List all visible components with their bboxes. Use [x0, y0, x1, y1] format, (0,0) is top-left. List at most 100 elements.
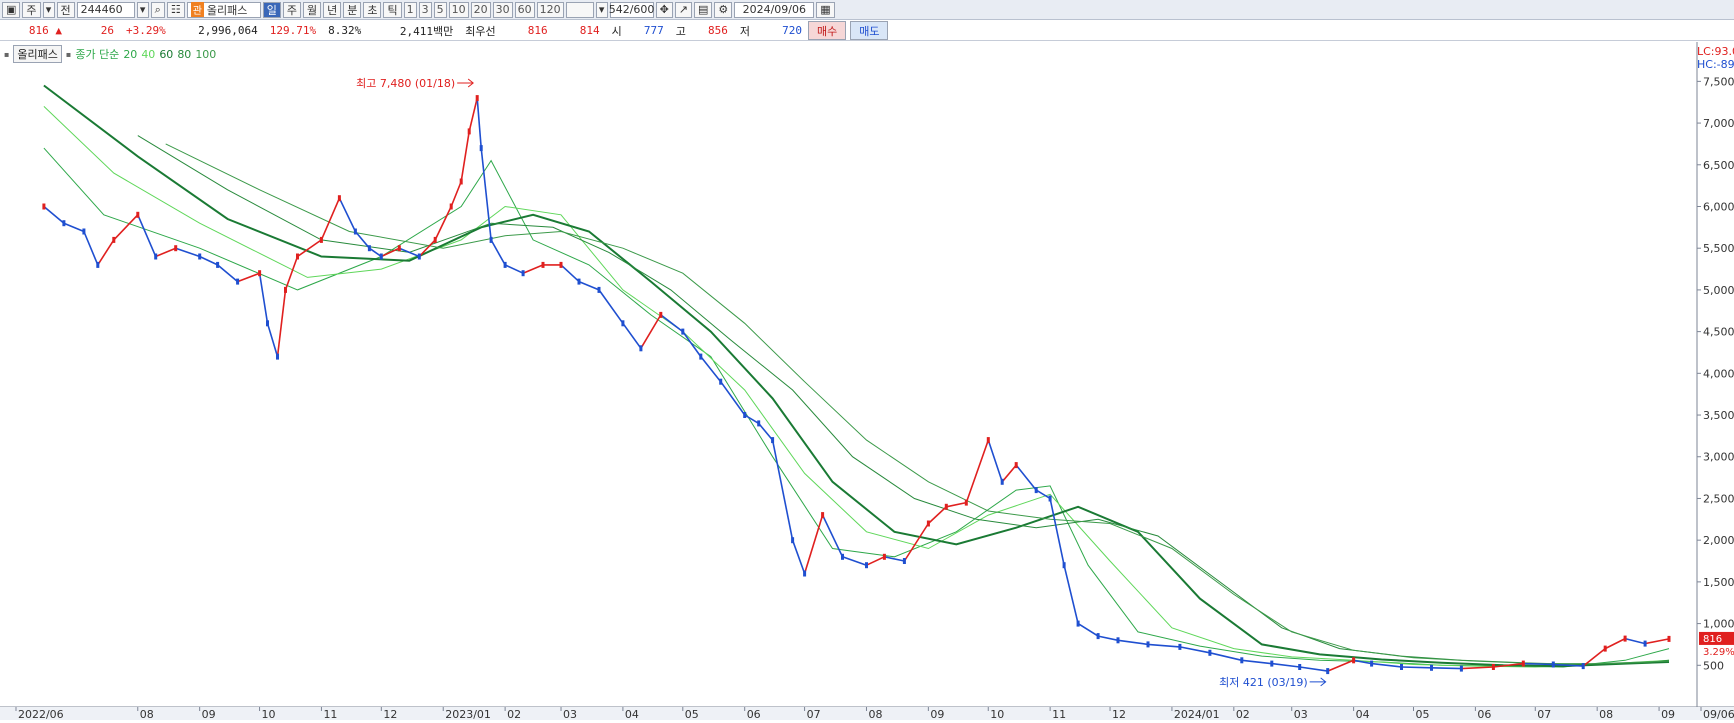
price-tick-label-2: 1,500: [1703, 576, 1734, 589]
interval-custom-input[interactable]: [565, 1, 594, 18]
low-price: 720: [782, 24, 802, 37]
price-point-63: [1116, 637, 1120, 644]
price-segment-62: [1077, 622, 1099, 637]
price-segment-31: [504, 264, 524, 274]
price-point-15: [296, 253, 299, 260]
draw-tool-icon[interactable]: ↗: [674, 1, 693, 18]
buy-button[interactable]: 매수: [807, 21, 847, 40]
price-point-52: [926, 520, 930, 527]
interval-3[interactable]: 3: [418, 1, 432, 18]
market-select[interactable]: 주: [22, 1, 41, 18]
date-tick-label-14: 09: [930, 708, 944, 720]
price-segment-76: [1461, 666, 1494, 670]
period-tab-1[interactable]: 주: [282, 1, 301, 18]
code-dropdown-icon[interactable]: ▾: [136, 1, 149, 18]
price-point-65: [1178, 643, 1182, 650]
best-quote-label: 최우선: [465, 24, 496, 38]
price-point-58: [1034, 487, 1038, 494]
stock-code-input[interactable]: 244460: [76, 1, 135, 18]
price-point-64: [1146, 641, 1150, 648]
period-tab-6[interactable]: 틱: [383, 1, 402, 18]
interval-10[interactable]: 10: [448, 1, 469, 18]
search-icon[interactable]: ⌕: [150, 1, 165, 18]
price-segment-2: [63, 222, 85, 233]
price-point-25: [459, 178, 463, 185]
price-segment-70: [1299, 666, 1328, 672]
price-segment-18: [338, 197, 357, 232]
turnover-rate: 8.32%: [328, 24, 362, 37]
price-point-30: [503, 261, 507, 268]
interval-dropdown-icon[interactable]: ▾: [595, 1, 608, 18]
period-tab-3[interactable]: 년: [323, 1, 342, 18]
window-icon[interactable]: ▣: [2, 1, 21, 18]
price-segment-59: [1035, 489, 1051, 500]
price-change: 26: [100, 24, 114, 37]
interval-1[interactable]: 1: [403, 1, 417, 18]
price-tick-label-5: 3,000: [1703, 451, 1734, 464]
date-tick-label-4: 11: [323, 708, 337, 720]
crosshair-icon[interactable]: ✥: [655, 1, 673, 18]
price-point-62: [1096, 633, 1100, 640]
date-axis-band: [0, 707, 1734, 720]
price-point-39: [681, 328, 685, 335]
date-tick-label-2: 09: [202, 708, 216, 720]
price-segment-61: [1063, 565, 1079, 624]
price-segment-78: [1523, 662, 1554, 666]
stock-name-field[interactable]: 관 올리패스: [186, 1, 261, 18]
price-point-82: [1643, 640, 1647, 647]
interval-20[interactable]: 20: [470, 1, 491, 18]
market-dropdown-icon[interactable]: ▾: [42, 1, 55, 18]
price-tick-label-13: 7,000: [1703, 117, 1734, 130]
ask-price: 816: [527, 24, 548, 37]
price-point-55: [986, 437, 990, 444]
price-point-83: [1667, 635, 1671, 642]
sell-button[interactable]: 매도: [850, 21, 889, 40]
price-tick-label-9: 5,000: [1703, 284, 1734, 297]
gear-icon[interactable]: ⚙: [714, 1, 733, 18]
price-point-51: [902, 558, 906, 564]
period-tab-2[interactable]: 월: [302, 1, 322, 18]
data-count-field[interactable]: 542/600: [609, 1, 654, 18]
period-tab-5[interactable]: 초: [363, 1, 382, 18]
date-field[interactable]: 2024/09/06: [734, 1, 815, 18]
mode-select[interactable]: 전: [56, 1, 75, 18]
period-tab-4[interactable]: 분: [343, 1, 362, 18]
price-point-5: [136, 211, 140, 218]
price-segment-48: [821, 514, 844, 558]
price-segment-13: [266, 323, 279, 357]
ma-line-60: [43, 84, 1670, 668]
price-chart-area[interactable]: 500 1,000 1,500 2,000 2,500 3,000 3,500 4,000 4,…: [0, 42, 1734, 721]
interval-60[interactable]: 60: [514, 1, 535, 18]
favorite-icon[interactable]: ☷: [166, 1, 185, 18]
price-segment-5: [113, 214, 139, 241]
price-point-67: [1240, 657, 1244, 664]
date-tick-label-10: 05: [685, 708, 699, 720]
price-point-22: [417, 253, 421, 260]
interval-30[interactable]: 30: [492, 1, 513, 18]
calendar-icon[interactable]: ▦: [816, 1, 835, 18]
date-tick-label-8: 03: [563, 708, 577, 720]
ma-line-40: [43, 106, 1670, 668]
price-point-74: [1430, 664, 1433, 671]
price-segment-71: [1327, 659, 1354, 672]
price-segment-37: [622, 322, 642, 349]
price-segment-74: [1401, 666, 1432, 669]
price-point-21: [397, 245, 401, 252]
price-point-66: [1208, 649, 1212, 656]
volume: 2,996,064: [198, 24, 258, 37]
hc-label: HC:-89: [1697, 58, 1734, 71]
price-tick-label-3: 2,000: [1703, 534, 1734, 547]
price-segment-54: [946, 501, 967, 508]
date-tick-label-3: 10: [262, 708, 276, 720]
price-point-45: [791, 537, 795, 544]
interval-120[interactable]: 120: [536, 1, 564, 18]
price-chart[interactable]: 500 1,000 1,500 2,000 2,500 3,000 3,500 4,000 4,…: [0, 42, 1734, 721]
price-segment-1: [43, 205, 65, 224]
interval-5[interactable]: 5: [433, 1, 447, 18]
period-tab-0[interactable]: 일: [262, 1, 281, 18]
price-point-78: [1551, 661, 1555, 668]
price-point-13: [276, 353, 279, 360]
date-tick-label-9: 04: [625, 708, 639, 720]
price-point-8: [198, 253, 202, 260]
save-icon[interactable]: ▤: [694, 1, 713, 18]
